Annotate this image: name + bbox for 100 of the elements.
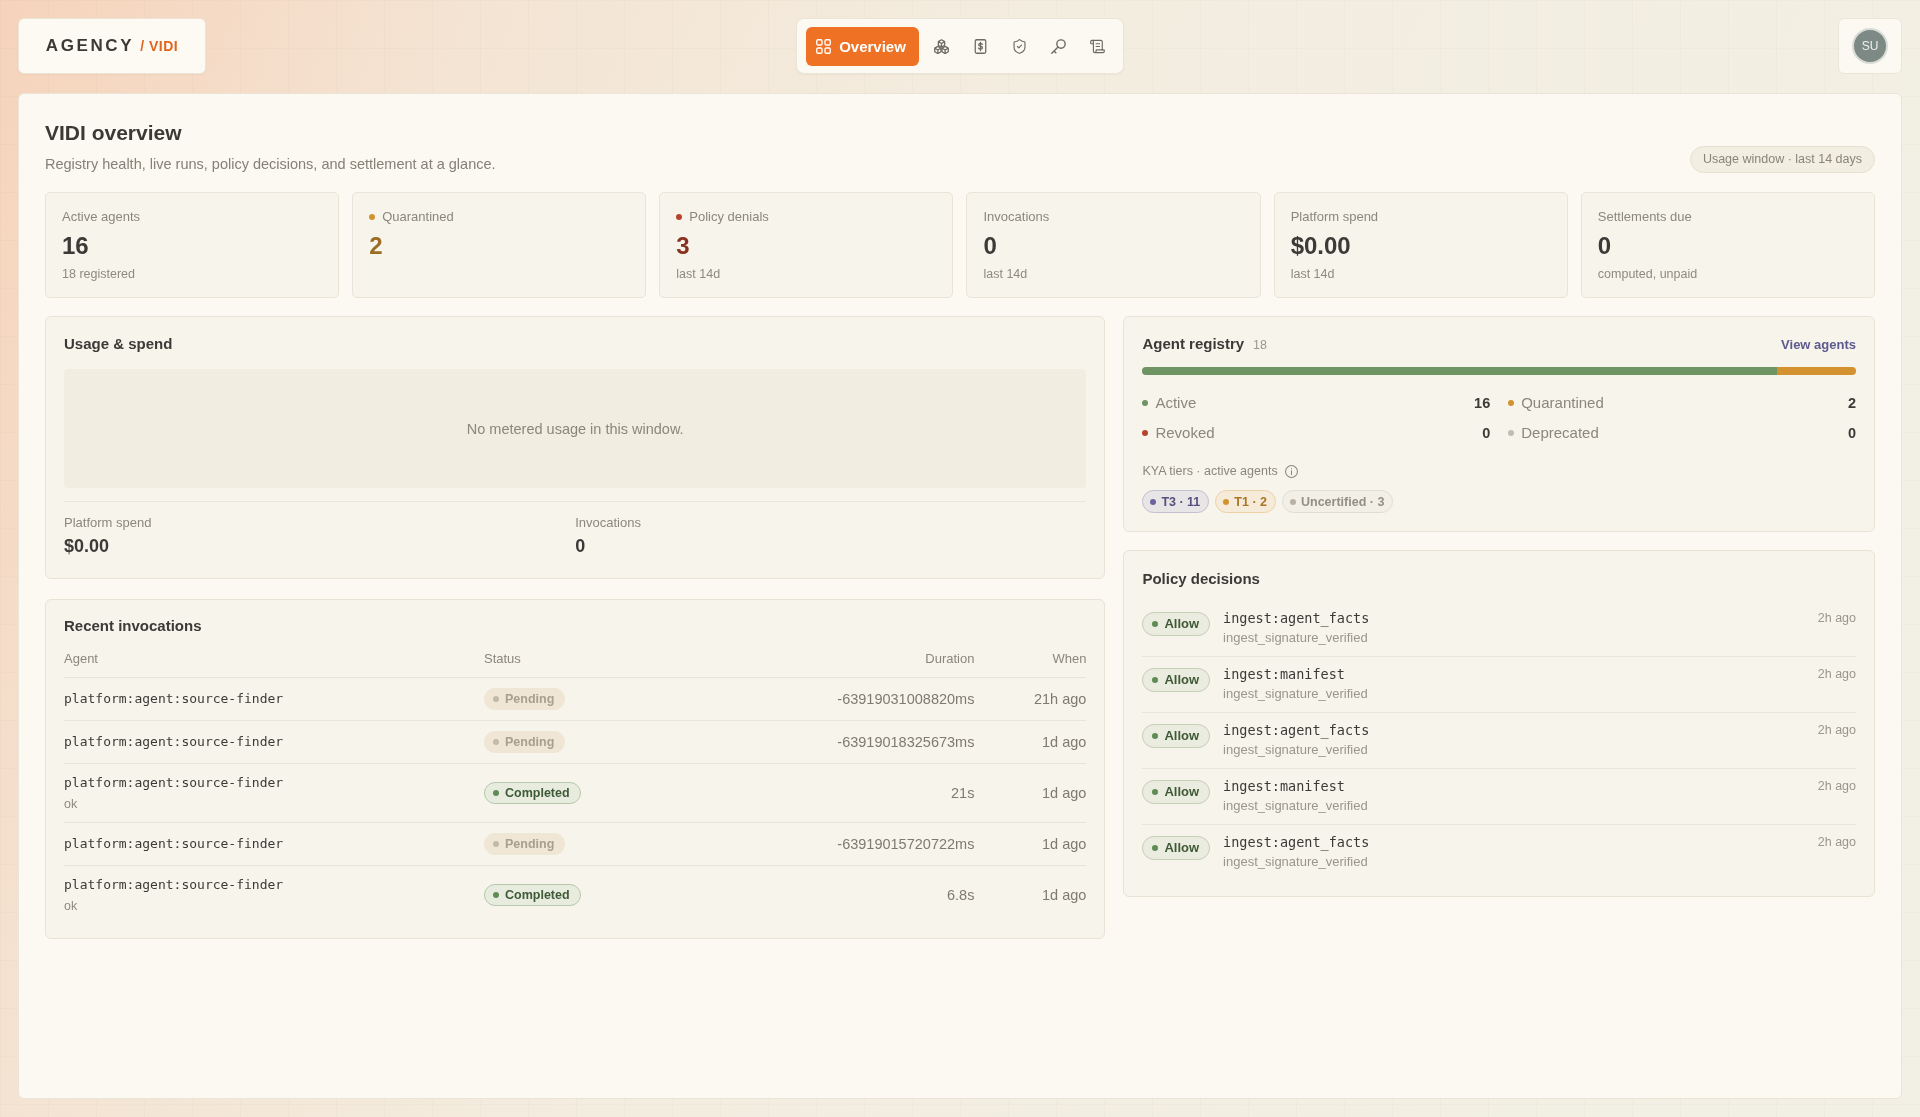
tier-text: T3 · 11	[1161, 494, 1201, 509]
status-dot-icon	[1152, 789, 1159, 795]
status-text: Pending	[505, 734, 555, 750]
decision-time: 2h ago	[1817, 666, 1856, 683]
card-title: Recent invocations	[64, 616, 203, 636]
legend-label: Active	[1155, 393, 1197, 413]
status-dot-icon	[1152, 621, 1159, 627]
policy-reason: ingest_signature_verified	[1223, 741, 1368, 758]
legend-count: 16	[1474, 394, 1491, 413]
status-dot-icon	[1152, 845, 1159, 851]
column-header: Duration	[924, 651, 975, 667]
stat-value: 0	[1597, 231, 1613, 261]
card-title: Agent registry	[1142, 334, 1245, 354]
result-note: ok	[64, 898, 78, 914]
legend-count: 2	[1847, 394, 1856, 413]
usage-window-label: Usage window · last 14 days	[1689, 146, 1875, 173]
tiers-label: KYA tiers · active agents	[1142, 463, 1278, 479]
column-header: Status	[484, 651, 522, 667]
legend-label: Deprecated	[1521, 423, 1599, 443]
info-icon[interactable]	[1284, 464, 1298, 478]
policy-reason: ingest_signature_verified	[1223, 797, 1368, 814]
table-cell-text: 21h ago	[1033, 690, 1087, 708]
stat-label: Policy denials	[689, 208, 769, 226]
product-name: / VIDI	[140, 38, 179, 54]
stat-note: last 14d	[983, 266, 1029, 282]
status-dot-icon	[1152, 677, 1159, 683]
column-header: Agent	[64, 651, 99, 667]
status-text: Pending	[505, 836, 555, 852]
table-cell-text: 6.8s	[946, 886, 975, 904]
stat-value: 2	[369, 231, 384, 261]
status-dot-icon	[1152, 733, 1159, 739]
view-agents-link[interactable]: View agents	[1781, 336, 1856, 352]
table-cell-text: 1d ago	[1041, 784, 1087, 802]
table-cell-text: 1d ago	[1041, 733, 1087, 751]
stat-label: Active agents	[62, 208, 141, 226]
metric-value: 0	[575, 535, 587, 557]
metric-label: Invocations	[575, 515, 642, 531]
policy-action: ingest:agent_facts	[1223, 721, 1370, 739]
stat-value: $0.00	[1290, 231, 1352, 261]
decision-time: 2h ago	[1817, 722, 1856, 739]
result-note: ok	[64, 796, 78, 812]
status-dot-icon	[493, 790, 499, 796]
status-text: Completed	[505, 887, 570, 903]
table-cell-text: 1d ago	[1041, 835, 1087, 853]
decision-text: Allow	[1164, 616, 1200, 632]
decision-time: 2h ago	[1817, 834, 1856, 851]
key-icon	[1050, 38, 1066, 54]
legend-count: 0	[1482, 424, 1491, 443]
brand-name: AGENCY	[45, 36, 135, 56]
cubes-icon	[933, 38, 949, 54]
metric-label: Platform spend	[64, 515, 153, 531]
agent-id: platform:agent:source-finder	[64, 733, 284, 751]
agent-id: platform:agent:source-finder	[64, 690, 284, 708]
policy-reason: ingest_signature_verified	[1223, 853, 1368, 870]
status-dot-icon	[493, 892, 499, 898]
status-text: Completed	[505, 785, 570, 801]
page-subtitle: Registry health, live runs, policy decisions, and settlement at a glance.	[45, 155, 496, 174]
card-title: Policy decisions	[1142, 569, 1261, 589]
table-cell-text: 1d ago	[1041, 886, 1087, 904]
decision-text: Allow	[1164, 784, 1200, 800]
status-dot-icon	[493, 841, 499, 847]
stat-note: last 14d	[1290, 266, 1336, 282]
agent-id: platform:agent:source-finder	[64, 835, 284, 853]
policy-reason: ingest_signature_verified	[1223, 685, 1368, 702]
table-cell-text: -63919018325673ms	[836, 733, 975, 751]
empty-state-text: No metered usage in this window.	[466, 420, 684, 437]
decision-text: Allow	[1164, 672, 1200, 688]
agent-id: platform:agent:source-finder	[64, 774, 284, 792]
decision-text: Allow	[1164, 840, 1200, 856]
stat-note: 18 registered	[62, 266, 136, 282]
nav-tab[interactable]: Overview	[806, 26, 919, 66]
status-dot-icon	[493, 696, 499, 702]
agent-count: 18	[1253, 338, 1267, 352]
policy-action: ingest:agent_facts	[1223, 609, 1370, 627]
policy-reason: ingest_signature_verified	[1223, 629, 1368, 646]
status-text: Pending	[505, 691, 555, 707]
metric-value: $0.00	[64, 535, 111, 557]
page-title: VIDI overview	[45, 120, 183, 146]
legend-label: Quarantined	[1521, 393, 1604, 413]
stat-value: 16	[62, 231, 90, 261]
status-dot-icon	[493, 739, 499, 745]
agent-id: platform:agent:source-finder	[64, 876, 284, 894]
stat-label: Invocations	[983, 208, 1050, 226]
stat-note: last 14d	[676, 266, 722, 282]
receipt-dollar-icon	[972, 38, 988, 54]
table-cell-text: 21s	[950, 784, 975, 802]
stat-label: Quarantined	[382, 208, 454, 226]
tier-text: T1 · 2	[1234, 494, 1267, 509]
table-cell-text: -63919015720722ms	[836, 835, 975, 853]
decision-text: Allow	[1164, 728, 1200, 744]
policy-action: ingest:manifest	[1223, 665, 1345, 683]
card-title: Usage & spend	[64, 334, 174, 354]
tier-text: Uncertified · 3	[1301, 494, 1385, 509]
user-avatar[interactable]: SU	[1852, 28, 1888, 64]
stat-label: Platform spend	[1290, 208, 1379, 226]
stat-note: computed, unpaid	[1597, 266, 1699, 282]
table-cell-text: -63919031008820ms	[836, 690, 975, 708]
stat-value: 0	[983, 231, 998, 261]
decision-time: 2h ago	[1817, 778, 1856, 795]
stat-label: Settlements due	[1597, 208, 1692, 226]
